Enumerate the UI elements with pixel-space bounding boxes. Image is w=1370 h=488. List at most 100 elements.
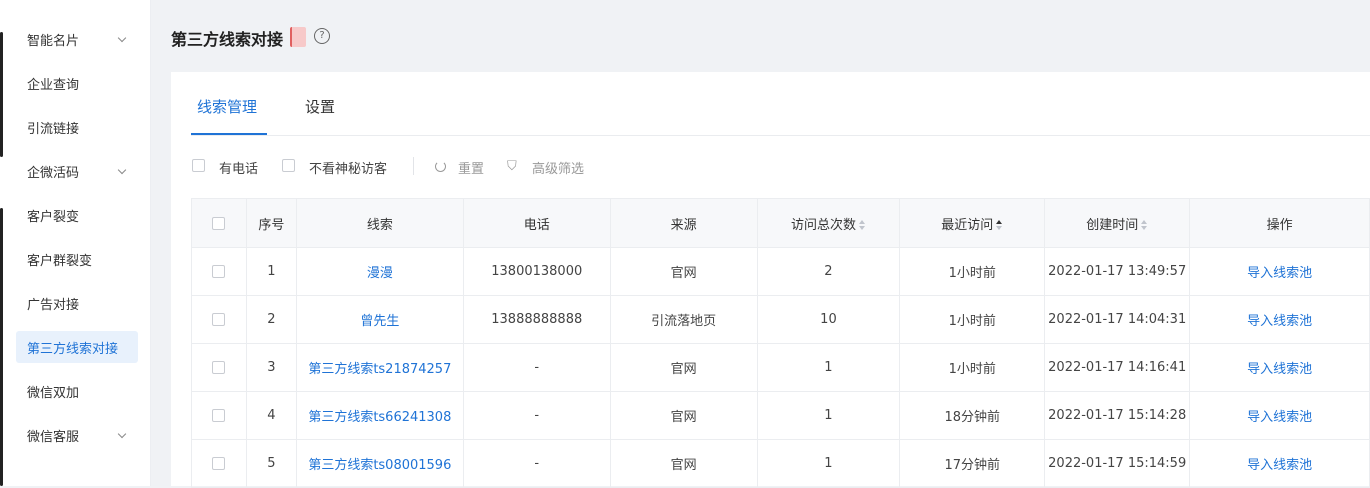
question-circle-icon[interactable]: ?	[314, 28, 330, 44]
source-cell: 官网	[609, 439, 758, 488]
phone-cell: -	[462, 343, 611, 392]
created-time-cell: 2022-01-17 14:04:31	[1044, 295, 1191, 344]
advanced-filter-button[interactable]: 高级筛选	[532, 158, 584, 177]
refresh-icon[interactable]	[435, 161, 446, 172]
lead-name-link[interactable]: 第三方线索ts08001596	[308, 458, 451, 473]
import-to-pool-link[interactable]: 导入线索池	[1247, 410, 1312, 425]
tab-settings[interactable]: 设置	[305, 96, 335, 117]
column-header: 序号	[245, 198, 297, 248]
chevron-down-icon	[117, 429, 127, 439]
last-visit-cell: 1小时前	[899, 247, 1046, 296]
row-select-cell[interactable]	[191, 247, 247, 296]
sort-icon[interactable]	[858, 220, 866, 230]
sort-ascending-icon[interactable]	[996, 220, 1003, 230]
import-to-pool-link[interactable]: 导入线索池	[1247, 314, 1312, 329]
select-all-cell[interactable]	[191, 198, 247, 248]
import-to-pool-link[interactable]: 导入线索池	[1247, 362, 1312, 377]
visits-cell: 1	[756, 391, 901, 440]
visits-cell: 10	[756, 295, 901, 344]
filter-icon[interactable]: ⛉	[507, 159, 517, 174]
lead-name-link[interactable]: 第三方线索ts66241308	[308, 410, 451, 425]
reset-button[interactable]: 重置	[458, 158, 484, 177]
table-row: 2 曾先生 13888888888 引流落地页 10 1小时前 2022-01-…	[191, 295, 1370, 344]
chevron-down-icon	[117, 165, 127, 175]
title-tag	[290, 27, 306, 47]
sidebar-item-label: 微信客服	[27, 429, 80, 445]
sidebar-item-customer-fission[interactable]: 客户裂变	[16, 199, 138, 231]
sidebar-item-third-party-leads[interactable]: 第三方线索对接	[16, 331, 138, 363]
column-header-label: 访问总次数	[790, 217, 856, 233]
column-header-sortable[interactable]: 最近访问	[899, 198, 1046, 248]
phone-cell: 13888888888	[462, 295, 611, 344]
import-to-pool-link[interactable]: 导入线索池	[1247, 458, 1312, 473]
source-cell: 引流落地页	[609, 295, 758, 344]
sidebar-item-label: 智能名片	[27, 33, 80, 49]
sidebar-item-label: 客户群裂变	[27, 253, 93, 269]
leads-table: 序号 线索 电话 来源 访问总次数 最近访问 创建时间 操作 1 漫漫 1380…	[191, 198, 1370, 488]
created-time-cell: 2022-01-17 14:16:41	[1044, 343, 1191, 392]
table-row: 5 第三方线索ts08001596 - 官网 1 17分钟前 2022-01-1…	[191, 439, 1370, 488]
table-row: 3 第三方线索ts21874257 - 官网 1 1小时前 2022-01-17…	[191, 343, 1370, 392]
column-header-sortable[interactable]: 创建时间	[1044, 198, 1191, 248]
table-row: 1 漫漫 13800138000 官网 2 1小时前 2022-01-17 13…	[191, 247, 1370, 296]
row-select-cell[interactable]	[191, 343, 247, 392]
sidebar-item-label: 企业查询	[27, 77, 80, 93]
table-header-row: 序号 线索 电话 来源 访问总次数 最近访问 创建时间 操作	[191, 198, 1370, 248]
visits-cell: 1	[756, 343, 901, 392]
has-phone-checkbox[interactable]	[192, 159, 205, 172]
sidebar-item-traffic-link[interactable]: 引流链接	[16, 111, 138, 143]
source-cell: 官网	[609, 391, 758, 440]
sidebar-edge-indicator	[0, 208, 3, 486]
row-number: 1	[245, 247, 297, 296]
row-select-cell[interactable]	[191, 391, 247, 440]
sidebar-item-wechat-service[interactable]: 微信客服	[16, 419, 138, 451]
row-select-cell[interactable]	[191, 295, 247, 344]
row-checkbox[interactable]	[212, 265, 226, 278]
lead-name-link[interactable]: 漫漫	[367, 266, 393, 281]
sidebar-edge-indicator	[0, 32, 3, 157]
column-header-label: 创建时间	[1086, 217, 1139, 233]
tabs-divider	[191, 135, 1370, 136]
phone-cell: 13800138000	[462, 247, 611, 296]
row-checkbox[interactable]	[212, 361, 226, 374]
import-to-pool-link[interactable]: 导入线索池	[1247, 266, 1312, 281]
row-number: 5	[245, 439, 297, 488]
row-checkbox[interactable]	[212, 313, 226, 326]
tab-active-indicator	[191, 133, 267, 135]
row-number: 2	[245, 295, 297, 344]
lead-name-link[interactable]: 第三方线索ts21874257	[308, 362, 451, 377]
has-phone-label: 有电话	[219, 162, 259, 177]
column-header: 电话	[462, 198, 611, 248]
row-number: 3	[245, 343, 297, 392]
column-header: 线索	[295, 198, 464, 248]
row-checkbox[interactable]	[212, 409, 226, 422]
sidebar-item-company-search[interactable]: 企业查询	[16, 67, 138, 99]
sidebar-item-group-fission[interactable]: 客户群裂变	[16, 243, 138, 275]
created-time-cell: 2022-01-17 13:49:57	[1044, 247, 1191, 296]
column-header: 来源	[609, 198, 758, 248]
sidebar-item-wechat-double-add[interactable]: 微信双加	[16, 375, 138, 407]
source-cell: 官网	[609, 247, 758, 296]
column-header-sortable[interactable]: 访问总次数	[756, 198, 901, 248]
row-number: 4	[245, 391, 297, 440]
filter-divider	[413, 157, 414, 175]
sort-icon[interactable]	[1141, 220, 1148, 230]
lead-name-link[interactable]: 曾先生	[360, 314, 399, 329]
phone-cell: -	[462, 391, 611, 440]
hide-mystery-visitor-checkbox[interactable]	[282, 159, 295, 172]
table-row: 4 第三方线索ts66241308 - 官网 1 18分钟前 2022-01-1…	[191, 391, 1370, 440]
row-select-cell[interactable]	[191, 439, 247, 488]
visits-cell: 1	[756, 439, 901, 488]
column-header-label: 最近访问	[941, 217, 994, 233]
row-checkbox[interactable]	[212, 457, 226, 470]
sidebar: 智能名片 企业查询 引流链接 企微活码 客户裂变 客户群裂变 广告对接 第三方线…	[0, 0, 151, 486]
tab-lead-management[interactable]: 线索管理	[197, 96, 257, 117]
main-card: 线索管理 设置 有电话 不看神秘访客 重置 ⛉ 高级筛选 序号 线索 电话 来源…	[171, 72, 1370, 488]
created-time-cell: 2022-01-17 15:14:28	[1044, 391, 1191, 440]
sidebar-item-smart-card[interactable]: 智能名片	[16, 23, 138, 55]
sidebar-item-ad-integration[interactable]: 广告对接	[16, 287, 138, 319]
sidebar-item-label: 第三方线索对接	[27, 341, 119, 357]
visits-cell: 2	[756, 247, 901, 296]
sidebar-item-wecom-qrcode[interactable]: 企微活码	[16, 155, 138, 187]
select-all-checkbox[interactable]	[212, 216, 226, 230]
